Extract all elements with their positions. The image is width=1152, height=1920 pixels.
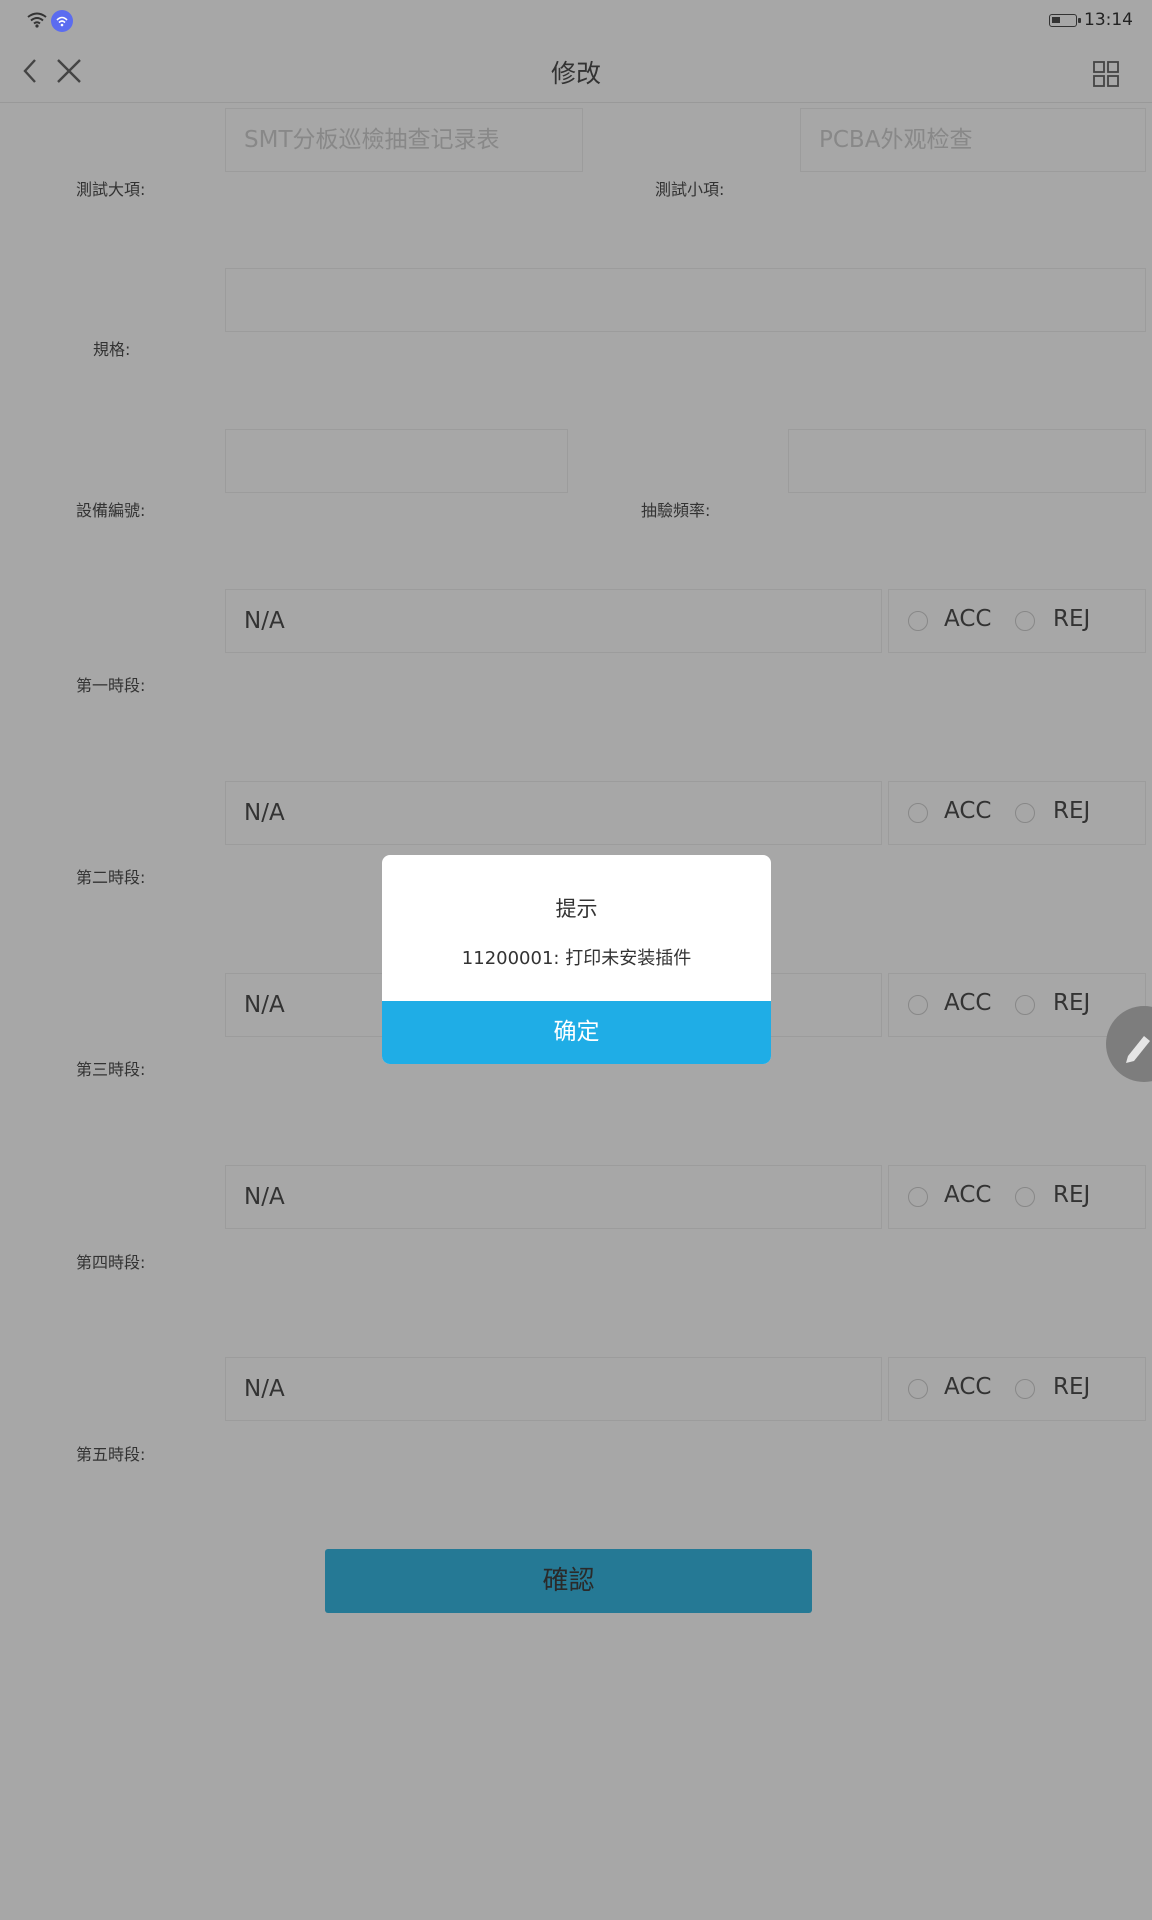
- dialog-message: 11200001: 打印未安装插件: [461, 948, 692, 969]
- status-bar: 13:14: [0, 0, 1152, 42]
- sampling-freq-label: 抽驗頻率:: [641, 501, 711, 520]
- period-5-label: 第五時段:: [76, 1445, 146, 1464]
- period-1-acc-radio[interactable]: [908, 611, 928, 631]
- period-3-rej-radio[interactable]: [1015, 995, 1035, 1015]
- period-2-rej-radio[interactable]: [1015, 803, 1035, 823]
- period-5-radio-group: ACC REJ: [888, 1357, 1146, 1421]
- battery-icon: [1049, 14, 1081, 27]
- grid-icon[interactable]: [1093, 61, 1119, 87]
- test-subitem-label: 測試小項:: [655, 180, 725, 199]
- period-1-radio-group: ACC REJ: [888, 589, 1146, 653]
- period-5-rej-label: REJ: [1053, 1374, 1091, 1400]
- dialog-title: 提示: [555, 897, 598, 921]
- period-1-input[interactable]: N/A: [225, 589, 882, 653]
- test-subitem-field[interactable]: PCBA外观检查: [800, 108, 1146, 172]
- test-category-label: 測試大項:: [76, 180, 146, 199]
- period-1-acc-label: ACC: [944, 606, 992, 632]
- page-title: 修改: [550, 59, 601, 88]
- period-3-label: 第三時段:: [76, 1060, 146, 1079]
- period-2-acc-label: ACC: [944, 798, 992, 824]
- alert-dialog: 提示 11200001: 打印未安装插件 确定: [382, 855, 771, 1064]
- period-4-rej-label: REJ: [1053, 1182, 1091, 1208]
- period-2-radio-group: ACC REJ: [888, 781, 1146, 845]
- period-5-rej-radio[interactable]: [1015, 1379, 1035, 1399]
- test-category-field[interactable]: SMT分板巡檢抽查记录表: [225, 108, 583, 172]
- period-1-label: 第一時段:: [76, 676, 146, 695]
- equipment-no-field[interactable]: [225, 429, 568, 493]
- period-2-input[interactable]: N/A: [225, 781, 882, 845]
- confirm-button[interactable]: 確認: [325, 1549, 812, 1613]
- period-1-rej-radio[interactable]: [1015, 611, 1035, 631]
- spec-field[interactable]: [225, 268, 1146, 332]
- period-5-acc-radio[interactable]: [908, 1379, 928, 1399]
- period-3-acc-label: ACC: [944, 990, 992, 1016]
- period-2-rej-label: REJ: [1053, 798, 1091, 824]
- period-4-label: 第四時段:: [76, 1253, 146, 1272]
- dialog-ok-button[interactable]: 确定: [382, 1001, 771, 1064]
- period-4-acc-label: ACC: [944, 1182, 992, 1208]
- status-time: 13:14: [1084, 10, 1133, 30]
- wifi-icon: [27, 12, 47, 28]
- period-4-input[interactable]: N/A: [225, 1165, 882, 1229]
- sampling-freq-field[interactable]: [788, 429, 1146, 493]
- edit-fab-button[interactable]: [1106, 1006, 1152, 1082]
- period-2-label: 第二時段:: [76, 868, 146, 887]
- period-4-acc-radio[interactable]: [908, 1187, 928, 1207]
- period-4-rej-radio[interactable]: [1015, 1187, 1035, 1207]
- pencil-icon: [1126, 1036, 1150, 1063]
- period-2-acc-radio[interactable]: [908, 803, 928, 823]
- period-1-rej-label: REJ: [1053, 606, 1091, 632]
- period-4-radio-group: ACC REJ: [888, 1165, 1146, 1229]
- equipment-no-label: 設備編號:: [76, 501, 146, 520]
- period-3-acc-radio[interactable]: [908, 995, 928, 1015]
- spec-label: 規格:: [93, 340, 131, 359]
- period-3-rej-label: REJ: [1053, 990, 1091, 1016]
- hotspot-icon: [51, 10, 73, 32]
- period-5-acc-label: ACC: [944, 1374, 992, 1400]
- title-bar: 修改: [0, 42, 1152, 103]
- period-5-input[interactable]: N/A: [225, 1357, 882, 1421]
